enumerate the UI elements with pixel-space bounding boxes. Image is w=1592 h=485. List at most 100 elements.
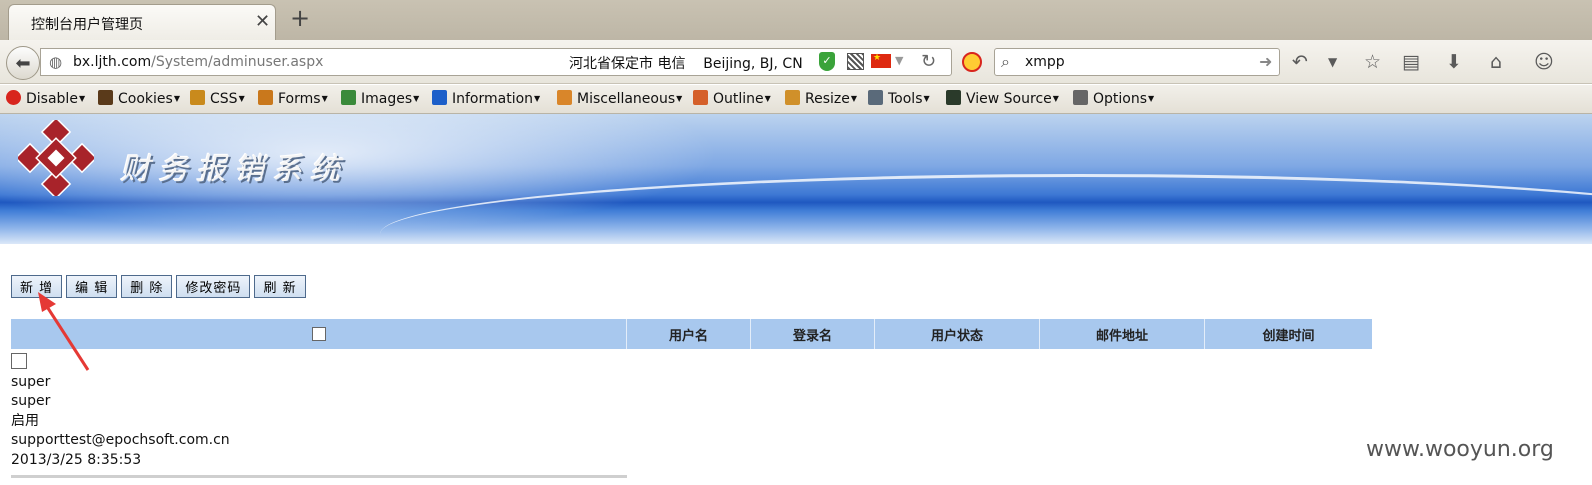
devtool-menu-outline[interactable]: Outline▼ [693,90,771,107]
select-all-checkbox[interactable] [311,327,326,341]
devtool-menu-label: Disable [26,91,78,107]
back-button[interactable]: ⬅ [6,46,40,80]
navigation-bar: ◍ bx.ljth.com/System/adminuser.aspx 河北省保… [0,40,1592,84]
tab-title: 控制台用户管理页 [31,17,143,33]
dropdown-caret-icon: ▼ [413,94,420,103]
dropdown-caret-icon: ▼ [238,94,245,103]
devtool-menu-cookies[interactable]: Cookies▼ [98,90,180,107]
change-password-button[interactable]: 修改密码 [176,275,251,298]
dropdown-caret-icon: ▼ [1148,94,1155,103]
devtool-menu-forms[interactable]: Forms▼ [258,90,328,107]
devtool-menu-disable[interactable]: Disable▼ [6,90,85,107]
noscript-icon[interactable] [962,52,982,72]
devtool-menu-view-source[interactable]: View Source▼ [946,90,1059,107]
cell-username: super [11,373,51,390]
css-wand-icon [190,90,205,105]
logo-icon [18,120,94,196]
dropdown-caret-icon: ▼ [850,94,858,103]
view-source-icon [946,90,961,105]
close-icon[interactable]: ✕ [255,11,270,32]
dropdown-caret-icon: ▼ [1052,94,1059,103]
globe-icon: ◍ [49,53,63,71]
tools-icon [868,90,883,105]
shield-icon[interactable]: ✓ [819,52,835,71]
disable-icon [6,90,21,105]
bookmark-star-icon[interactable]: ☆ [1364,50,1381,74]
devtool-menu-resize[interactable]: Resize▼ [785,90,857,107]
annotation-arrow-icon [38,292,90,371]
url-host: bx.ljth.com [73,54,152,70]
undo-dropdown-icon[interactable]: ▼ [1328,50,1337,74]
cookies-icon [98,90,113,105]
outline-pencil-icon [693,90,708,105]
url-bar[interactable]: ◍ bx.ljth.com/System/adminuser.aspx 河北省保… [40,48,952,76]
url-path: /System/adminuser.aspx [151,54,324,70]
devtool-menu-label: Images [361,91,413,107]
web-developer-toolbar: Disable▼ Cookies▼ CSS▼ Forms▼ Images▼ Informa… [0,85,1592,114]
dropdown-caret-icon: ▼ [676,94,683,103]
dropdown-caret-icon: ▼ [534,94,541,103]
devtool-menu-label: Cookies [118,91,173,107]
undo-icon[interactable]: ↶ [1292,50,1308,74]
column-header-created[interactable]: 创建时间 [1205,319,1372,349]
images-icon [341,90,356,105]
devtool-menu-label: View Source [966,91,1052,107]
dropdown-caret-icon[interactable]: ▼ [895,54,903,67]
delete-button[interactable]: 删 除 [121,275,173,298]
download-icon[interactable]: ⬇ [1446,50,1462,74]
devtool-menu-label: Forms [278,91,321,107]
dropdown-caret-icon: ▼ [321,94,328,103]
forms-icon [258,90,273,105]
search-bar[interactable]: ⌕ xmpp ➜ [994,48,1280,76]
grid-header: 用户名 登录名 用户状态 邮件地址 创建时间 [11,319,1372,349]
devtool-menu-label: Outline [713,91,764,107]
qr-code-icon[interactable] [847,53,864,70]
devtool-menu-label: Tools [888,91,923,107]
column-header-username[interactable]: 用户名 [627,319,751,349]
reload-icon[interactable]: ↻ [921,51,936,72]
search-go-icon[interactable]: ➜ [1259,52,1272,71]
information-icon [432,90,447,105]
cell-created: 2013/3/25 8:35:53 [11,451,142,468]
dropdown-caret-icon: ▼ [923,94,930,103]
browser-tab[interactable]: 控制台用户管理页 ✕ [8,4,276,40]
devtool-menu-label: Resize [805,91,850,107]
select-all-column [11,319,627,349]
url-text[interactable]: bx.ljth.com/System/adminuser.aspx [73,54,323,70]
column-header-login-name[interactable]: 登录名 [751,319,875,349]
search-input[interactable]: xmpp [1025,54,1065,70]
devtool-menu-label: Options [1093,91,1148,107]
column-header-status[interactable]: 用户状态 [875,319,1040,349]
search-icon: ⌕ [1001,52,1010,71]
devtool-menu-options[interactable]: Options▼ [1073,90,1154,107]
dropdown-caret-icon: ▼ [78,94,86,103]
geo-location-text: 河北省保定市 电信 Beijing, BJ, CN [569,56,803,72]
devtool-menu-label: CSS [210,91,238,107]
cell-login-name: super [11,393,51,409]
back-arrow-icon: ⬅ [15,52,31,74]
devtool-menu-label: Miscellaneous [577,91,676,107]
devtool-menu-tools[interactable]: Tools▼ [868,90,930,107]
new-tab-button[interactable]: + [290,4,310,32]
system-title: 财务报销系统 [120,152,348,187]
home-icon[interactable]: ⌂ [1490,50,1502,74]
browser-tab-strip: 控制台用户管理页 ✕ + [0,0,1592,40]
devtool-menu-css[interactable]: CSS▼ [190,90,245,107]
devtool-menu-images[interactable]: Images▼ [341,90,419,107]
row-separator [11,475,627,478]
options-icon [1073,90,1088,105]
smiley-icon[interactable]: ☺ [1534,50,1554,74]
refresh-button[interactable]: 刷 新 [254,275,306,298]
devtool-menu-information[interactable]: Information▼ [432,90,540,107]
reading-list-icon[interactable]: ▤ [1402,50,1420,74]
miscellaneous-icon [557,90,572,105]
column-header-email[interactable]: 邮件地址 [1040,319,1205,349]
cell-email: supporttest@epochsoft.com.cn [11,432,230,448]
devtool-menu-miscellaneous[interactable]: Miscellaneous▼ [557,90,682,107]
cell-status: 启用 [11,412,39,429]
watermark: www.wooyun.org [1366,437,1554,462]
china-flag-icon[interactable]: ★ [871,54,891,68]
dropdown-caret-icon: ▼ [764,94,771,103]
row-checkbox[interactable] [11,353,27,369]
page-banner: 财务报销系统 [0,114,1592,244]
